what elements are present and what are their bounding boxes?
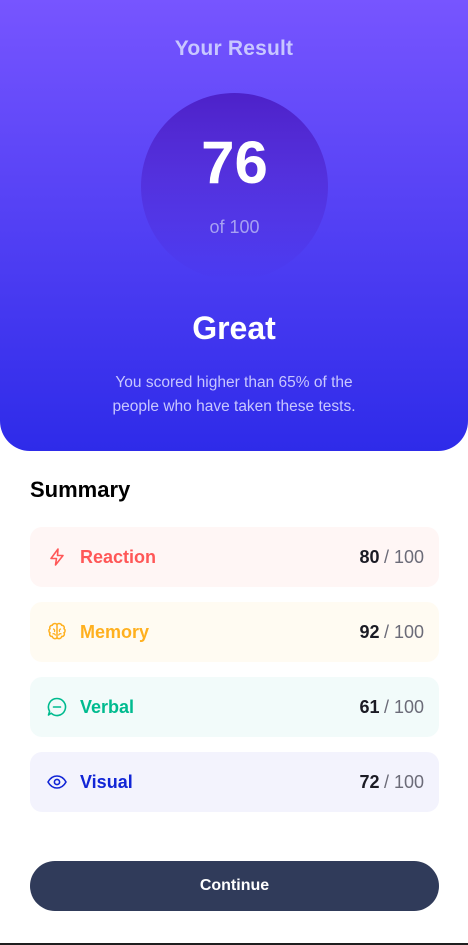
summary-item-score-group: 72 / 100: [359, 772, 424, 793]
eye-icon: [46, 771, 68, 793]
summary-item-visual: Visual 72 / 100: [30, 752, 439, 812]
summary-item-score: 61: [359, 696, 380, 717]
result-description: You scored higher than 65% of the people…: [112, 374, 356, 415]
summary-item-max: 100: [393, 546, 424, 567]
summary-item-label: Memory: [80, 621, 150, 642]
lightning-icon: [46, 546, 68, 568]
summary-item-max: 100: [393, 621, 424, 642]
results-summary-card: Your Result 76 of 100 Great You scored h…: [0, 0, 468, 945]
result-panel: Your Result 76 of 100 Great You scored h…: [0, 0, 468, 451]
summary-item-reaction: Reaction 80 / 100: [30, 527, 439, 587]
score-value: 76: [201, 129, 268, 196]
summary-item-memory: Memory 92 / 100: [30, 602, 439, 662]
summary-section: Summary Reaction 80 / 100 Memory 92 / 10…: [30, 475, 439, 827]
summary-item-separator: /: [383, 771, 394, 792]
continue-button[interactable]: Continue: [30, 861, 439, 911]
summary-item-score: 72: [359, 771, 380, 792]
summary-item-score-group: 61 / 100: [359, 697, 424, 718]
score-max-label: of 100: [209, 217, 260, 237]
summary-item-max: 100: [393, 696, 424, 717]
summary-item-label: Reaction: [80, 546, 157, 567]
summary-item-separator: /: [383, 546, 394, 567]
summary-item-separator: /: [383, 621, 394, 642]
summary-item-score: 80: [359, 546, 380, 567]
summary-item-score-group: 80 / 100: [359, 547, 424, 568]
summary-item-label: Visual: [80, 771, 133, 792]
summary-item-separator: /: [383, 696, 394, 717]
brain-icon: [46, 621, 68, 643]
score-circle: 76 of 100: [141, 93, 328, 280]
summary-item-max: 100: [393, 771, 424, 792]
result-title: Your Result: [174, 37, 294, 60]
summary-item-score-group: 92 / 100: [359, 622, 424, 643]
rating-heading: Great: [192, 310, 276, 346]
summary-title: Summary: [30, 477, 131, 502]
summary-list: Reaction 80 / 100 Memory 92 / 100 Verbal…: [30, 527, 439, 812]
summary-item-verbal: Verbal 61 / 100: [30, 677, 439, 737]
summary-item-label: Verbal: [80, 696, 135, 717]
summary-item-score: 92: [359, 621, 380, 642]
chat-bubble-icon: [46, 696, 68, 718]
